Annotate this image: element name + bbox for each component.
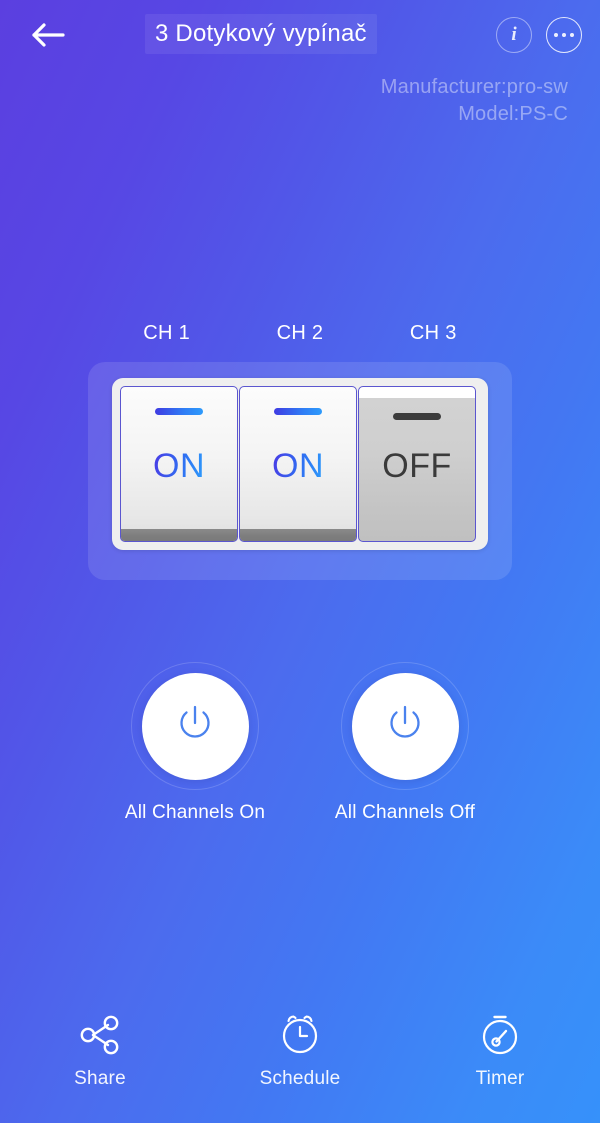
channel-2-state-label: ON <box>272 446 324 485</box>
back-button[interactable] <box>26 14 70 56</box>
device-meta: Manufacturer:pro-sw Model:PS-C <box>381 74 568 128</box>
more-options-icon <box>554 33 574 37</box>
share-icon <box>73 1004 127 1066</box>
channel-labels: CH 1 CH 2 CH 3 <box>100 322 500 352</box>
channel-label-1: CH 1 <box>143 322 191 344</box>
all-channels-on-group: All Channels On <box>90 662 300 832</box>
nav-schedule-label: Schedule <box>259 1068 341 1089</box>
nav-timer-label: Timer <box>475 1068 525 1089</box>
channel-1-base <box>121 529 237 541</box>
info-icon: i <box>511 23 517 45</box>
channel-3-indicator-icon <box>393 413 441 420</box>
all-channels-off-label: All Channels Off <box>334 802 476 823</box>
channel-2-indicator-icon <box>274 408 322 415</box>
page-title: 3 Dotykový vypínač <box>145 14 377 54</box>
info-button[interactable]: i <box>496 17 532 53</box>
header-actions: i <box>496 17 582 53</box>
all-channels-on-button[interactable] <box>131 662 259 790</box>
channel-1-switch[interactable]: ON <box>120 386 238 542</box>
stopwatch-icon <box>473 1004 527 1066</box>
back-arrow-icon <box>29 20 67 50</box>
channel-label-2: CH 2 <box>276 322 324 344</box>
switch-panel-frame: ON ON OFF <box>112 378 488 550</box>
switch-panel-container: ON ON OFF <box>88 362 512 580</box>
power-icon <box>379 698 431 755</box>
channel-1-state-label: ON <box>153 446 205 485</box>
nav-timer[interactable]: Timer <box>400 990 600 1123</box>
nav-schedule[interactable]: Schedule <box>200 990 400 1123</box>
model-text: Model:PS-C <box>458 103 568 125</box>
all-channels-on-label: All Channels On <box>124 802 266 823</box>
all-channels-off-group: All Channels Off <box>300 662 510 832</box>
channel-1-indicator-icon <box>155 408 203 415</box>
channel-label-3: CH 3 <box>409 322 457 344</box>
all-channels-off-circle <box>351 672 459 780</box>
app-header: 3 Dotykový vypínač i <box>0 0 600 70</box>
all-channels-controls: All Channels On All Channels Off <box>90 662 510 832</box>
bottom-navigation: Share Schedule Timer <box>0 990 600 1123</box>
all-channels-off-button[interactable] <box>341 662 469 790</box>
power-icon <box>169 698 221 755</box>
channel-3-switch[interactable]: OFF <box>358 386 476 542</box>
manufacturer-text: Manufacturer:pro-sw <box>380 76 568 98</box>
page-title-text: 3 Dotykový vypínač <box>155 20 367 47</box>
nav-share-label: Share <box>74 1068 126 1089</box>
nav-share[interactable]: Share <box>0 990 200 1123</box>
channel-2-switch[interactable]: ON <box>239 386 357 542</box>
more-options-button[interactable] <box>546 17 582 53</box>
channel-2-base <box>240 529 356 541</box>
alarm-clock-icon <box>273 1004 327 1066</box>
all-channels-on-circle <box>141 672 249 780</box>
channel-3-state-label: OFF <box>382 446 452 485</box>
